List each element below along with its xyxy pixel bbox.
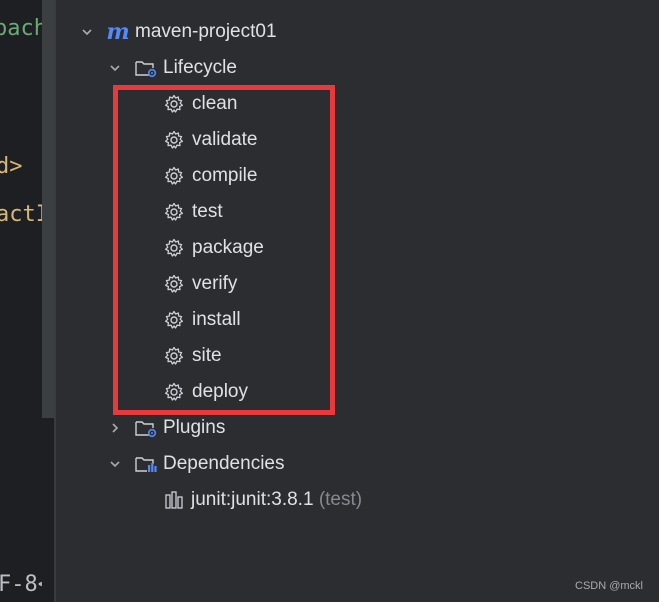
code-fragment: actI [0, 202, 42, 227]
phase-label: validate [192, 129, 258, 150]
lifecycle-phase-deploy[interactable]: deploy [56, 374, 659, 410]
gear-icon [162, 128, 186, 152]
phase-label: compile [192, 165, 258, 186]
project-name: maven-project01 [135, 21, 277, 42]
phase-label: site [192, 345, 222, 366]
lifecycle-label: Lifecycle [163, 57, 237, 78]
gear-icon [162, 308, 186, 332]
chevron-down-icon[interactable] [106, 455, 124, 473]
maven-icon: m [106, 19, 130, 45]
phase-label: package [192, 237, 264, 258]
code-fragment: F-8< [0, 572, 42, 597]
folder-library-icon [134, 452, 158, 476]
gear-icon [162, 164, 186, 188]
dependencies-label: Dependencies [163, 453, 285, 474]
lifecycle-phase-clean[interactable]: clean [56, 86, 659, 122]
library-icon [162, 488, 186, 512]
lifecycle-phase-test[interactable]: test [56, 194, 659, 230]
chevron-down-icon[interactable] [78, 23, 96, 41]
lifecycle-phase-compile[interactable]: compile [56, 158, 659, 194]
tree-node-plugins[interactable]: Plugins [56, 410, 659, 446]
lifecycle-phase-install[interactable]: install [56, 302, 659, 338]
lifecycle-phase-package[interactable]: package [56, 230, 659, 266]
tree-node-project[interactable]: m maven-project01 [56, 14, 659, 50]
plugins-label: Plugins [163, 417, 226, 438]
dependency-name: junit:junit:3.8.1 [191, 489, 314, 510]
tree-node-lifecycle[interactable]: Lifecycle [56, 50, 659, 86]
code-fragment: d> [0, 154, 23, 179]
folder-gear-icon [134, 416, 158, 440]
dependency-item[interactable]: junit:junit:3.8.1 (test) [56, 482, 659, 518]
gear-icon [162, 92, 186, 116]
editor-scrollbar[interactable] [42, 0, 54, 418]
code-editor-strip: pach d> actI F-8< [0, 0, 42, 602]
lifecycle-phase-verify[interactable]: verify [56, 266, 659, 302]
maven-tool-window-tree: m maven-project01 Lifecycle clean valida… [56, 0, 659, 602]
tree-node-dependencies[interactable]: Dependencies [56, 446, 659, 482]
phase-label: install [192, 309, 241, 330]
lifecycle-phase-site[interactable]: site [56, 338, 659, 374]
lifecycle-phase-validate[interactable]: validate [56, 122, 659, 158]
gear-icon [162, 344, 186, 368]
chevron-down-icon[interactable] [106, 59, 124, 77]
chevron-right-icon[interactable] [106, 419, 124, 437]
watermark: CSDN @mckl [575, 580, 643, 592]
gear-icon [162, 272, 186, 296]
gear-icon [162, 236, 186, 260]
gear-icon [162, 380, 186, 404]
phase-label: clean [192, 93, 238, 114]
phase-label: deploy [192, 381, 248, 402]
dependency-scope: (test) [318, 489, 363, 510]
gear-icon [162, 200, 186, 224]
folder-gear-icon [134, 56, 158, 80]
phase-label: verify [192, 273, 238, 294]
dependency-label: junit:junit:3.8.1 (test) [191, 489, 362, 511]
phase-label: test [192, 201, 223, 222]
code-fragment: pach [0, 16, 42, 41]
